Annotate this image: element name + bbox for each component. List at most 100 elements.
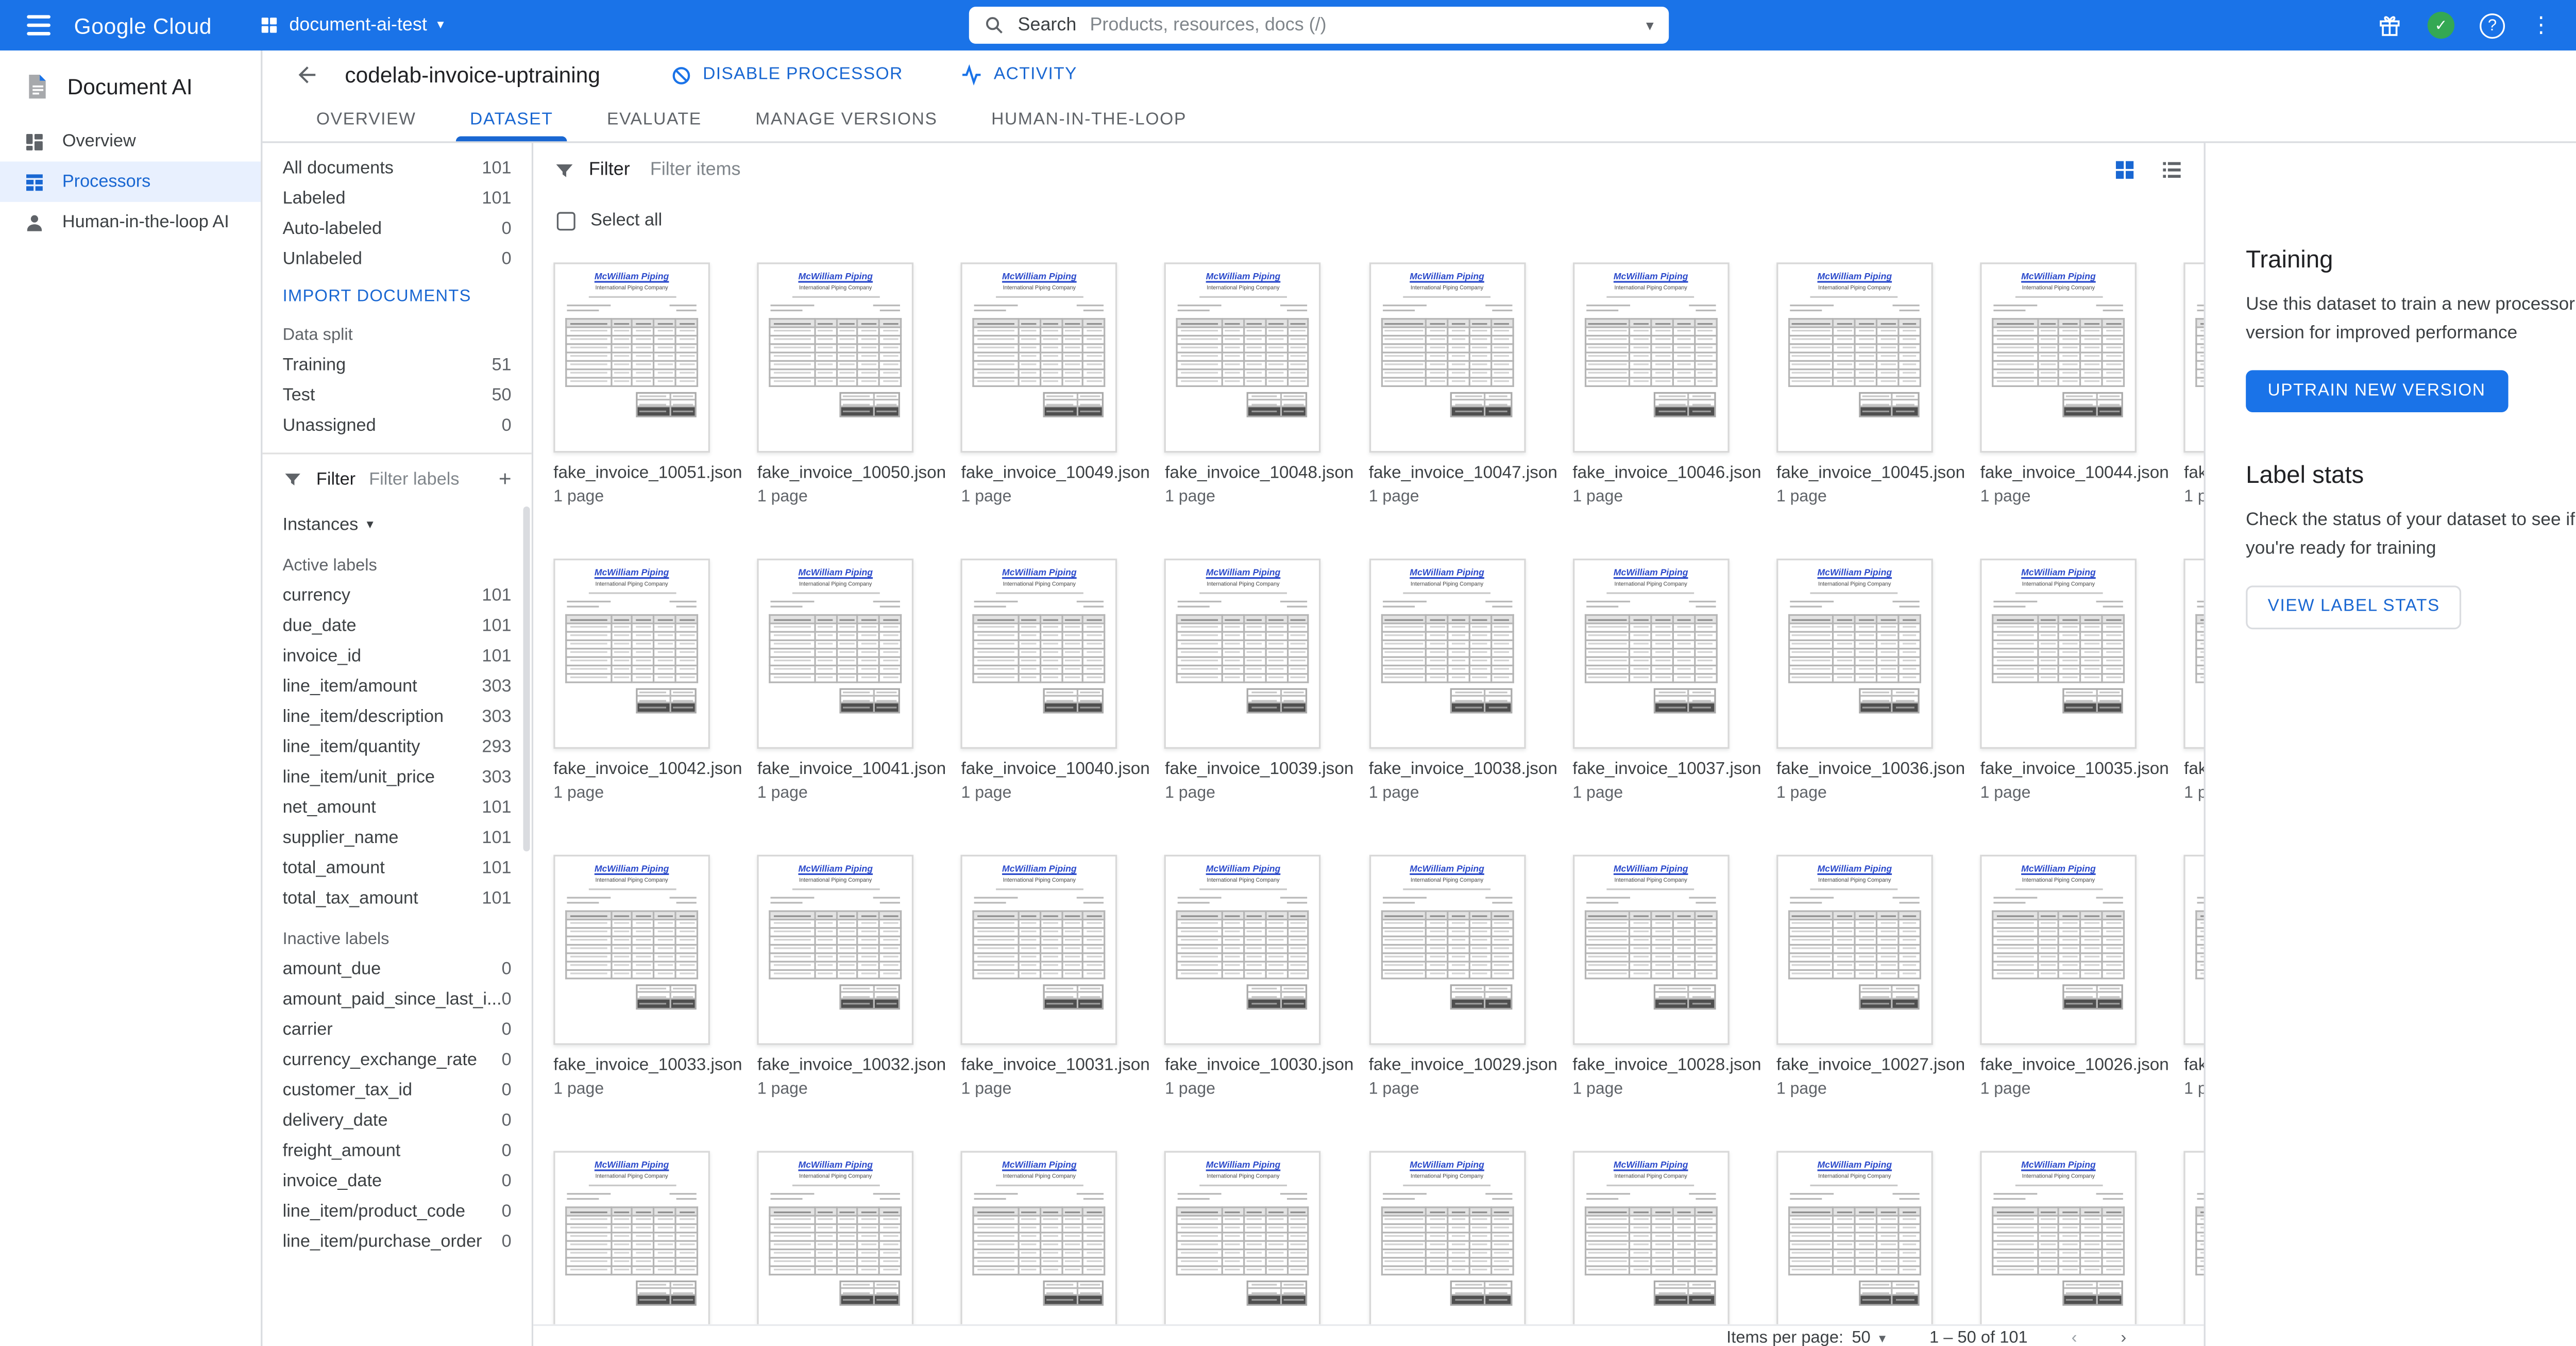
document-card[interactable]: McWilliam Piping International Piping Co… bbox=[757, 559, 946, 802]
tab-dataset[interactable]: DATASET bbox=[443, 99, 580, 142]
document-card[interactable]: McWilliam Piping International Piping Co… bbox=[961, 855, 1150, 1099]
document-thumbnail[interactable]: McWilliam Piping International Piping Co… bbox=[1572, 855, 1729, 1045]
document-card[interactable]: McWilliam Piping International Piping Co… bbox=[1980, 855, 2169, 1099]
document-thumbnail[interactable]: McWilliam Piping International Piping Co… bbox=[553, 1151, 710, 1341]
more-options-icon[interactable]: ⋮ bbox=[2530, 12, 2552, 39]
document-card[interactable]: McWilliam Piping International Piping Co… bbox=[1165, 855, 1353, 1099]
document-card[interactable]: McWilliam Piping International Piping Co… bbox=[757, 1151, 946, 1346]
document-card[interactable]: McWilliam Piping International Piping Co… bbox=[1165, 262, 1353, 506]
filter-row-invoice-date[interactable]: invoice_date 0 bbox=[262, 1166, 531, 1197]
document-thumbnail[interactable]: McWilliam Piping International Piping Co… bbox=[1369, 262, 1526, 452]
document-card[interactable]: McWilliam Piping International Piping Co… bbox=[1165, 559, 1353, 802]
filter-row-line-item-amount[interactable]: line_item/amount 303 bbox=[262, 671, 531, 702]
filter-row-unassigned[interactable]: Unassigned 0 bbox=[262, 411, 531, 441]
document-card[interactable]: McWilliam Piping International Piping Co… bbox=[553, 855, 742, 1099]
project-selector[interactable]: document-ai-test ▾ bbox=[259, 15, 444, 35]
document-thumbnail[interactable]: McWilliam Piping International Piping Co… bbox=[1776, 1151, 1933, 1341]
document-card[interactable]: McWilliam Piping International Piping Co… bbox=[553, 1151, 742, 1346]
document-card[interactable]: McWilliam Piping International Piping Co… bbox=[1165, 1151, 1353, 1346]
document-thumbnail[interactable]: McWilliam Piping International Piping Co… bbox=[553, 262, 710, 452]
filter-row-amount-due[interactable]: amount_due 0 bbox=[262, 954, 531, 984]
document-thumbnail[interactable]: McWilliam Piping International Piping Co… bbox=[1980, 262, 2137, 452]
filter-row-carrier[interactable]: carrier 0 bbox=[262, 1015, 531, 1045]
sidebar-item-processors[interactable]: Processors bbox=[0, 161, 261, 201]
document-card[interactable]: McWilliam Piping International Piping Co… bbox=[757, 855, 946, 1099]
filter-row-freight-amount[interactable]: freight_amount 0 bbox=[262, 1136, 531, 1166]
document-thumbnail[interactable]: McWilliam Piping International Piping Co… bbox=[1369, 1151, 1526, 1341]
document-card[interactable]: McWilliam Piping International Piping Co… bbox=[2184, 855, 2204, 1099]
filter-row-line-item-purchase-order[interactable]: line_item/purchase_order 0 bbox=[262, 1226, 531, 1257]
search-dropdown-icon[interactable]: ▾ bbox=[1646, 16, 1654, 35]
document-thumbnail[interactable]: McWilliam Piping International Piping Co… bbox=[757, 559, 914, 749]
document-thumbnail[interactable]: McWilliam Piping International Piping Co… bbox=[1980, 855, 2137, 1045]
document-thumbnail[interactable]: McWilliam Piping International Piping Co… bbox=[961, 559, 1118, 749]
filter-row-invoice-id[interactable]: invoice_id 101 bbox=[262, 641, 531, 671]
document-thumbnail[interactable]: McWilliam Piping International Piping Co… bbox=[1980, 559, 2137, 749]
document-card[interactable]: McWilliam Piping International Piping Co… bbox=[2184, 262, 2204, 506]
document-thumbnail[interactable]: McWilliam Piping International Piping Co… bbox=[757, 1151, 914, 1341]
document-thumbnail[interactable]: McWilliam Piping International Piping Co… bbox=[1776, 559, 1933, 749]
document-card[interactable]: McWilliam Piping International Piping Co… bbox=[1776, 559, 1965, 802]
disable-processor-button[interactable]: DISABLE PROCESSOR bbox=[671, 65, 903, 85]
back-arrow-icon[interactable] bbox=[291, 60, 321, 90]
document-thumbnail[interactable]: McWilliam Piping International Piping Co… bbox=[2184, 855, 2204, 1045]
document-thumbnail[interactable]: McWilliam Piping International Piping Co… bbox=[1572, 559, 1729, 749]
view-label-stats-button[interactable]: VIEW LABEL STATS bbox=[2246, 585, 2462, 629]
document-card[interactable]: McWilliam Piping International Piping Co… bbox=[1369, 1151, 1557, 1346]
search-bar[interactable]: Search Products, resources, docs (/) ▾ bbox=[969, 7, 1669, 44]
document-card[interactable]: McWilliam Piping International Piping Co… bbox=[1369, 559, 1557, 802]
filter-row-due-date[interactable]: due_date 101 bbox=[262, 611, 531, 641]
tab-evaluate[interactable]: EVALUATE bbox=[580, 99, 728, 142]
panel-scrollbar[interactable] bbox=[523, 507, 530, 851]
instances-dropdown[interactable]: Instances ▾ bbox=[262, 501, 531, 547]
google-cloud-logo[interactable]: Google Cloud bbox=[74, 12, 212, 38]
filter-row-line-item-quantity[interactable]: line_item/quantity 293 bbox=[262, 732, 531, 762]
filter-row-net-amount[interactable]: net_amount 101 bbox=[262, 793, 531, 823]
document-card[interactable]: McWilliam Piping International Piping Co… bbox=[1776, 855, 1965, 1099]
document-card[interactable]: McWilliam Piping International Piping Co… bbox=[961, 262, 1150, 506]
document-card[interactable]: McWilliam Piping International Piping Co… bbox=[757, 262, 946, 506]
filter-row-supplier-name[interactable]: supplier_name 101 bbox=[262, 823, 531, 853]
filter-row-currency[interactable]: currency 101 bbox=[262, 581, 531, 611]
filter-row-customer-tax-id[interactable]: customer_tax_id 0 bbox=[262, 1075, 531, 1106]
document-thumbnail[interactable]: McWilliam Piping International Piping Co… bbox=[1572, 1151, 1729, 1341]
document-card[interactable]: McWilliam Piping International Piping Co… bbox=[2184, 559, 2204, 802]
document-thumbnail[interactable]: McWilliam Piping International Piping Co… bbox=[553, 855, 710, 1045]
document-thumbnail[interactable]: McWilliam Piping International Piping Co… bbox=[961, 262, 1118, 452]
add-label-icon[interactable]: + bbox=[499, 468, 512, 490]
document-card[interactable]: McWilliam Piping International Piping Co… bbox=[1369, 855, 1557, 1099]
document-thumbnail[interactable]: McWilliam Piping International Piping Co… bbox=[2184, 559, 2204, 749]
document-thumbnail[interactable]: McWilliam Piping International Piping Co… bbox=[1369, 855, 1526, 1045]
items-per-page-select[interactable]: Items per page: 50 ▾ bbox=[1726, 1330, 1886, 1346]
document-thumbnail[interactable]: McWilliam Piping International Piping Co… bbox=[961, 1151, 1118, 1341]
document-card[interactable]: McWilliam Piping International Piping Co… bbox=[961, 1151, 1150, 1346]
document-thumbnail[interactable]: McWilliam Piping International Piping Co… bbox=[1165, 855, 1321, 1045]
account-status-icon[interactable]: ✓ bbox=[2428, 12, 2454, 39]
filter-row-amount-paid-since-last-i[interactable]: amount_paid_since_last_i... 0 bbox=[262, 984, 531, 1015]
document-thumbnail[interactable]: McWilliam Piping International Piping Co… bbox=[1776, 855, 1933, 1045]
document-thumbnail[interactable]: McWilliam Piping International Piping Co… bbox=[757, 262, 914, 452]
filter-row-total-tax-amount[interactable]: total_tax_amount 101 bbox=[262, 883, 531, 914]
document-thumbnail[interactable]: McWilliam Piping International Piping Co… bbox=[1165, 1151, 1321, 1341]
tab-manage-versions[interactable]: MANAGE VERSIONS bbox=[728, 99, 964, 142]
filter-row-labeled[interactable]: Labeled 101 bbox=[262, 183, 531, 214]
document-thumbnail[interactable]: McWilliam Piping International Piping Co… bbox=[2184, 262, 2204, 452]
document-card[interactable]: McWilliam Piping International Piping Co… bbox=[1369, 262, 1557, 506]
document-card[interactable]: McWilliam Piping International Piping Co… bbox=[2184, 1151, 2204, 1346]
grid-view-icon[interactable] bbox=[2113, 158, 2137, 182]
next-page-icon[interactable]: › bbox=[2121, 1330, 2126, 1346]
filter-row-auto-labeled[interactable]: Auto-labeled 0 bbox=[262, 214, 531, 244]
filter-row-training[interactable]: Training 51 bbox=[262, 350, 531, 380]
document-card[interactable]: McWilliam Piping International Piping Co… bbox=[1980, 262, 2169, 506]
select-all-checkbox[interactable] bbox=[557, 211, 575, 230]
document-thumbnail[interactable]: McWilliam Piping International Piping Co… bbox=[1165, 262, 1321, 452]
document-thumbnail[interactable]: McWilliam Piping International Piping Co… bbox=[961, 855, 1118, 1045]
help-icon[interactable]: ? bbox=[2480, 12, 2505, 38]
document-card[interactable]: McWilliam Piping International Piping Co… bbox=[1572, 855, 1761, 1099]
document-card[interactable]: McWilliam Piping International Piping Co… bbox=[1572, 559, 1761, 802]
document-card[interactable]: McWilliam Piping International Piping Co… bbox=[1572, 262, 1761, 506]
document-thumbnail[interactable]: McWilliam Piping International Piping Co… bbox=[1572, 262, 1729, 452]
filter-row-line-item-unit-price[interactable]: line_item/unit_price 303 bbox=[262, 762, 531, 793]
document-card[interactable]: McWilliam Piping International Piping Co… bbox=[961, 559, 1150, 802]
tab-human-in-the-loop[interactable]: HUMAN-IN-THE-LOOP bbox=[964, 99, 1213, 142]
